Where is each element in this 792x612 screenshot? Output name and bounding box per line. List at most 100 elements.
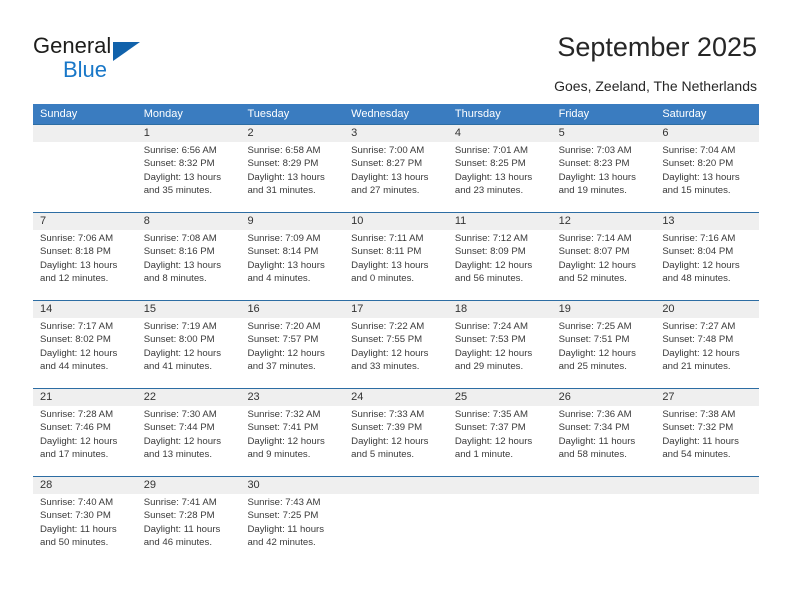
page-header: General Blue September 2025 Goes, Zeelan… <box>0 0 792 104</box>
daylight-text-line1: Daylight: 13 hours <box>454 171 533 183</box>
calendar-day-cell[interactable]: 7 Sunrise: 7:06 AM Sunset: 8:18 PM Dayli… <box>33 213 137 300</box>
calendar-day-cell[interactable]: 16 Sunrise: 7:20 AM Sunset: 7:57 PM Dayl… <box>240 301 344 388</box>
calendar-day-cell[interactable]: 20 Sunrise: 7:27 AM Sunset: 7:48 PM Dayl… <box>655 301 759 388</box>
day-number: 10 <box>351 215 364 227</box>
calendar-day-cell[interactable]: 23 Sunrise: 7:32 AM Sunset: 7:41 PM Dayl… <box>240 389 344 476</box>
daylight-text-line2: and 12 minutes. <box>40 272 109 284</box>
daylight-text-line1: Daylight: 13 hours <box>662 171 740 183</box>
calendar-day-cell[interactable]: 6 Sunrise: 7:04 AM Sunset: 8:20 PM Dayli… <box>655 125 759 212</box>
calendar-day-cell[interactable]: 3 Sunrise: 7:00 AM Sunset: 8:27 PM Dayli… <box>344 125 448 212</box>
sunset-text: Sunset: 8:00 PM <box>143 334 215 346</box>
calendar-day-cell[interactable]: 28 Sunrise: 7:40 AM Sunset: 7:30 PM Dayl… <box>33 477 137 564</box>
calendar-day-cell[interactable]: 4 Sunrise: 7:01 AM Sunset: 8:25 PM Dayli… <box>448 125 552 212</box>
sunrise-text: Sunrise: 7:27 AM <box>662 321 736 332</box>
calendar-day-cell[interactable]: 13 Sunrise: 7:16 AM Sunset: 8:04 PM Dayl… <box>655 213 759 300</box>
sunset-text: Sunset: 7:48 PM <box>662 334 734 346</box>
daylight-text-line2: and 15 minutes. <box>662 184 731 196</box>
sunrise-text: Sunrise: 7:06 AM <box>40 233 114 244</box>
calendar-week-row: 21 Sunrise: 7:28 AM Sunset: 7:46 PM Dayl… <box>33 388 759 476</box>
calendar-week-row: 7 Sunrise: 7:06 AM Sunset: 8:18 PM Dayli… <box>33 212 759 300</box>
sunset-text: Sunset: 7:44 PM <box>143 422 215 434</box>
day-number: 30 <box>247 479 260 491</box>
calendar-day-cell[interactable]: 29 Sunrise: 7:41 AM Sunset: 7:28 PM Dayl… <box>137 477 241 564</box>
daylight-text-line2: and 50 minutes. <box>40 536 109 548</box>
daylight-text-line1: Daylight: 12 hours <box>40 347 118 359</box>
sunset-text: Sunset: 8:29 PM <box>247 158 319 170</box>
calendar-day-cell[interactable]: 18 Sunrise: 7:24 AM Sunset: 7:53 PM Dayl… <box>448 301 552 388</box>
calendar-day-cell[interactable] <box>344 477 448 564</box>
sunset-text: Sunset: 7:30 PM <box>40 510 111 522</box>
calendar-day-cell[interactable]: 17 Sunrise: 7:22 AM Sunset: 7:55 PM Dayl… <box>344 301 448 388</box>
calendar-day-cell[interactable]: 1 Sunrise: 6:56 AM Sunset: 8:32 PM Dayli… <box>137 125 241 212</box>
sunrise-text: Sunrise: 7:14 AM <box>558 233 632 244</box>
sunset-text: Sunset: 8:11 PM <box>351 246 422 258</box>
calendar-day-cell[interactable] <box>33 125 137 212</box>
day-number: 15 <box>143 303 156 315</box>
calendar-day-cell[interactable]: 15 Sunrise: 7:19 AM Sunset: 8:00 PM Dayl… <box>137 301 241 388</box>
sunrise-text: Sunrise: 7:00 AM <box>351 145 425 156</box>
calendar-day-cell[interactable]: 24 Sunrise: 7:33 AM Sunset: 7:39 PM Dayl… <box>344 389 448 476</box>
daylight-text-line2: and 13 minutes. <box>143 448 212 460</box>
calendar-day-cell[interactable]: 9 Sunrise: 7:09 AM Sunset: 8:14 PM Dayli… <box>240 213 344 300</box>
weekday-saturday: Saturday <box>662 108 707 120</box>
sunset-text: Sunset: 7:28 PM <box>143 510 215 522</box>
sunrise-text: Sunrise: 7:33 AM <box>351 409 425 420</box>
day-number <box>662 477 756 494</box>
sunrise-text: Sunrise: 7:28 AM <box>40 409 114 420</box>
calendar-day-cell[interactable] <box>552 477 656 564</box>
day-number: 26 <box>558 391 571 403</box>
sunset-text: Sunset: 7:41 PM <box>247 422 319 434</box>
daylight-text-line2: and 9 minutes. <box>247 448 311 460</box>
daylight-text-line1: Daylight: 12 hours <box>351 435 429 447</box>
calendar-day-cell[interactable] <box>655 477 759 564</box>
calendar-day-cell[interactable]: 14 Sunrise: 7:17 AM Sunset: 8:02 PM Dayl… <box>33 301 137 388</box>
sunset-text: Sunset: 7:53 PM <box>454 334 526 346</box>
calendar-day-cell[interactable]: 26 Sunrise: 7:36 AM Sunset: 7:34 PM Dayl… <box>552 389 656 476</box>
day-number: 11 <box>454 215 467 227</box>
calendar-day-cell[interactable]: 8 Sunrise: 7:08 AM Sunset: 8:16 PM Dayli… <box>137 213 241 300</box>
daylight-text-line1: Daylight: 11 hours <box>40 523 117 535</box>
daylight-text-line1: Daylight: 12 hours <box>143 435 222 447</box>
logo-text-general: General <box>33 33 112 58</box>
sunset-text: Sunset: 8:09 PM <box>454 246 526 258</box>
logo-text-blue: Blue <box>63 57 108 82</box>
calendar-day-cell[interactable]: 27 Sunrise: 7:38 AM Sunset: 7:32 PM Dayl… <box>655 389 759 476</box>
calendar-day-cell[interactable]: 19 Sunrise: 7:25 AM Sunset: 7:51 PM Dayl… <box>552 301 656 388</box>
sunset-text: Sunset: 8:04 PM <box>662 246 734 258</box>
sunset-text: Sunset: 8:16 PM <box>143 246 215 258</box>
sunrise-text: Sunrise: 7:30 AM <box>143 409 217 420</box>
day-number: 23 <box>247 391 260 403</box>
calendar-day-cell[interactable] <box>448 477 552 564</box>
calendar-day-cell[interactable]: 25 Sunrise: 7:35 AM Sunset: 7:37 PM Dayl… <box>448 389 552 476</box>
calendar-day-cell[interactable]: 10 Sunrise: 7:11 AM Sunset: 8:11 PM Dayl… <box>344 213 448 300</box>
sunset-text: Sunset: 7:51 PM <box>558 334 630 346</box>
calendar-day-cell[interactable]: 12 Sunrise: 7:14 AM Sunset: 8:07 PM Dayl… <box>552 213 656 300</box>
sunset-text: Sunset: 8:23 PM <box>558 158 630 170</box>
daylight-text-line1: Daylight: 12 hours <box>351 347 429 359</box>
daylight-text-line2: and 42 minutes. <box>247 536 316 548</box>
calendar-day-cell[interactable]: 5 Sunrise: 7:03 AM Sunset: 8:23 PM Dayli… <box>552 125 656 212</box>
calendar-day-cell[interactable]: 22 Sunrise: 7:30 AM Sunset: 7:44 PM Dayl… <box>137 389 241 476</box>
calendar-day-cell[interactable]: 11 Sunrise: 7:12 AM Sunset: 8:09 PM Dayl… <box>448 213 552 300</box>
daylight-text-line1: Daylight: 11 hours <box>662 435 739 447</box>
sunrise-text: Sunrise: 7:40 AM <box>40 497 114 508</box>
general-blue-logo: General Blue <box>33 33 213 82</box>
calendar-day-cell[interactable]: 2 Sunrise: 6:58 AM Sunset: 8:29 PM Dayli… <box>240 125 344 212</box>
sunset-text: Sunset: 8:27 PM <box>351 158 423 170</box>
calendar-day-cell[interactable]: 21 Sunrise: 7:28 AM Sunset: 7:46 PM Dayl… <box>33 389 137 476</box>
sunrise-text: Sunrise: 7:43 AM <box>247 497 321 508</box>
daylight-text-line1: Daylight: 11 hours <box>247 523 325 535</box>
sunrise-text: Sunrise: 7:22 AM <box>351 321 425 332</box>
page-title: September 2025 <box>557 32 757 62</box>
calendar-day-cell[interactable]: 30 Sunrise: 7:43 AM Sunset: 7:25 PM Dayl… <box>240 477 344 564</box>
sunset-text: Sunset: 7:57 PM <box>247 334 319 346</box>
day-number: 29 <box>143 479 156 491</box>
daylight-text-line1: Daylight: 13 hours <box>247 171 325 183</box>
weekday-sunday: Sunday <box>40 108 78 120</box>
daylight-text-line2: and 8 minutes. <box>143 272 207 284</box>
sunset-text: Sunset: 7:32 PM <box>662 422 734 434</box>
day-number: 8 <box>143 215 150 227</box>
sunrise-text: Sunrise: 7:19 AM <box>143 321 217 332</box>
daylight-text-line2: and 56 minutes. <box>454 272 524 284</box>
sunset-text: Sunset: 7:39 PM <box>351 422 423 434</box>
